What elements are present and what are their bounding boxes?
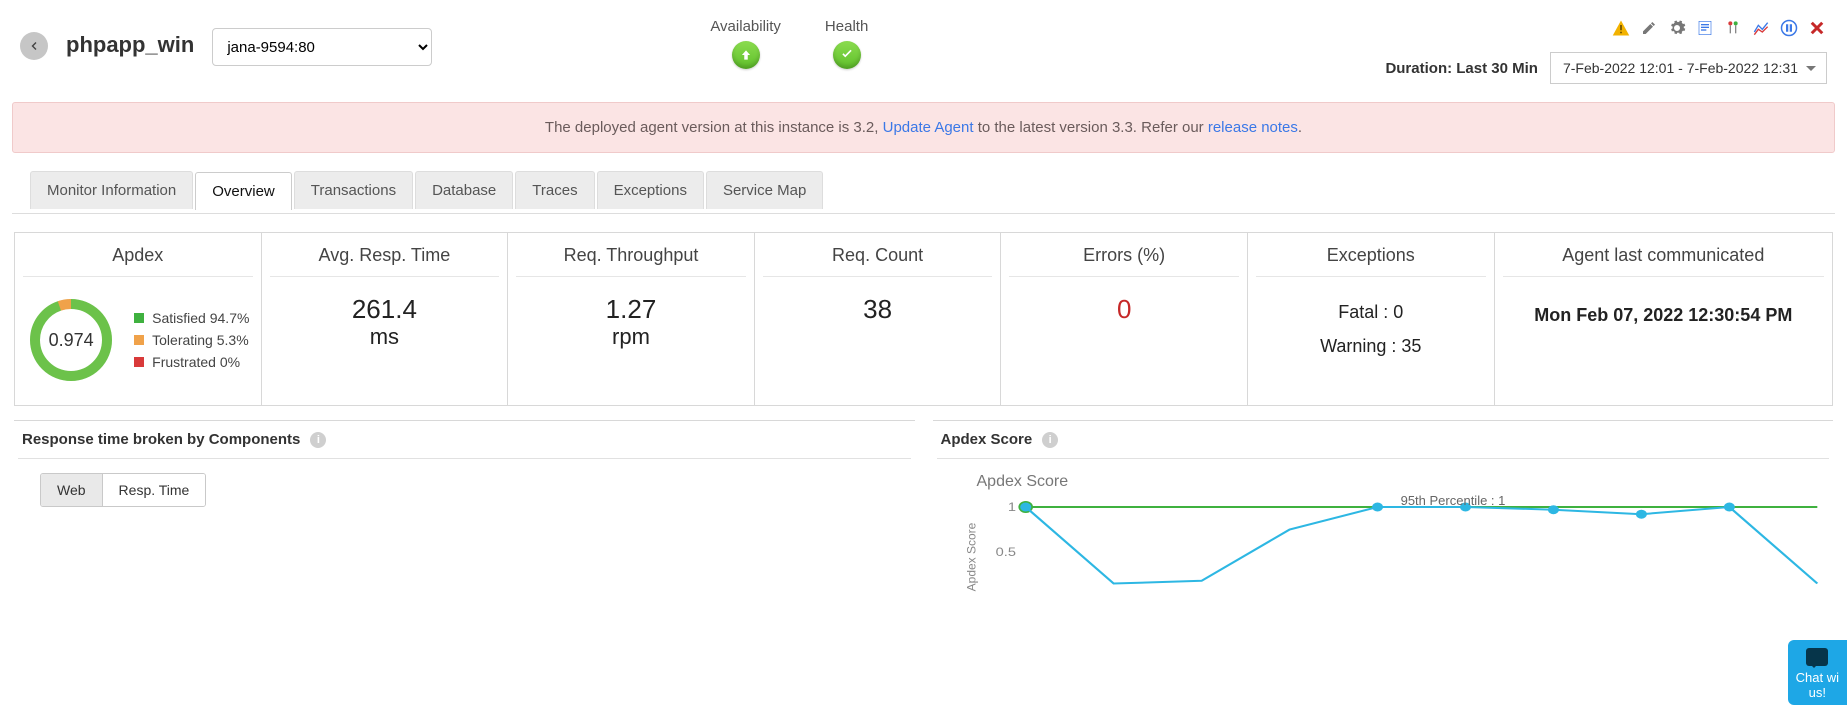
segment-resp-time[interactable]: Resp. Time [102, 474, 206, 506]
chat-bubble-icon [1806, 648, 1828, 666]
legend-swatch [134, 335, 144, 345]
date-range-value: 7-Feb-2022 12:01 - 7-Feb-2022 12:31 [1563, 60, 1798, 76]
warning-icon[interactable] [1611, 18, 1631, 38]
panel-response-time: Response time broken by Components i Web… [14, 420, 915, 627]
apdex-chart: Apdex Score 0.51 95th Percentile : 1 [937, 497, 1830, 617]
tab-traces[interactable]: Traces [515, 171, 594, 209]
legend-swatch [134, 313, 144, 323]
banner-text-mid: to the latest version 3.3. Refer our [974, 119, 1208, 136]
kpi-req-count-value: 38 [763, 295, 993, 324]
apdex-legend-item: Frustrated 0% [134, 354, 249, 370]
legend-swatch [134, 357, 144, 367]
apdex-score-value: 0.974 [26, 295, 116, 385]
kpi-apdex-title: Apdex [23, 245, 253, 277]
chat-line2: us! [1796, 685, 1839, 701]
status-block: Availability Health [710, 18, 868, 69]
panel-apdex-title: Apdex Score [941, 431, 1033, 448]
kpi-errors: Errors (%) 0 [1001, 233, 1248, 405]
legend-label: Frustrated 0% [152, 354, 240, 370]
kpi-row: Apdex 0.974 Satisfied 94.7% Tolerating 5.… [14, 232, 1833, 406]
apdex-legend: Satisfied 94.7% Tolerating 5.3% Frustrated… [134, 304, 249, 376]
banner-text-suffix: . [1298, 119, 1302, 136]
kpi-throughput-unit: rpm [516, 324, 746, 350]
svg-text:0.5: 0.5 [995, 545, 1015, 558]
kpi-errors-value: 0 [1009, 295, 1239, 324]
pause-icon[interactable] [1779, 18, 1799, 38]
tab-database[interactable]: Database [415, 171, 513, 209]
apdex-donut: 0.974 [26, 295, 116, 385]
panel-apdex-score: Apdex Score i Apdex Score Apdex Score 0.… [933, 420, 1834, 627]
kpi-exceptions: Exceptions Fatal : 0 Warning : 35 [1248, 233, 1495, 405]
kpi-throughput-title: Req. Throughput [516, 245, 746, 277]
kpi-avg-resp-title: Avg. Resp. Time [270, 245, 500, 277]
tab-exceptions[interactable]: Exceptions [597, 171, 704, 209]
kpi-apdex: Apdex 0.974 Satisfied 94.7% Tolerating 5.… [15, 233, 262, 405]
kpi-errors-title: Errors (%) [1009, 245, 1239, 277]
chart-y-label: Apdex Score [964, 523, 978, 592]
tab-overview[interactable]: Overview [195, 172, 292, 210]
kpi-avg-resp: Avg. Resp. Time 261.4 ms [262, 233, 509, 405]
chat-line1: Chat wi [1796, 670, 1839, 686]
availability-up-icon [732, 41, 760, 69]
date-range-picker[interactable]: 7-Feb-2022 12:01 - 7-Feb-2022 12:31 [1550, 52, 1827, 84]
tabs: Monitor InformationOverviewTransactionsD… [30, 171, 1817, 209]
chart-annotation: 95th Percentile : 1 [1401, 493, 1506, 508]
export-icon[interactable] [1695, 18, 1715, 38]
flag-icon[interactable] [1723, 18, 1743, 38]
kpi-agent-comm: Agent last communicated Mon Feb 07, 2022… [1495, 233, 1832, 405]
info-icon[interactable]: i [310, 432, 326, 448]
health-label: Health [825, 18, 868, 35]
duration-label: Duration: Last 30 Min [1385, 60, 1538, 77]
kpi-exceptions-fatal: Fatal : 0 [1256, 295, 1486, 329]
chat-widget[interactable]: Chat wi us! [1788, 640, 1847, 705]
toolbar-icons [1385, 18, 1827, 38]
app-title: phpapp_win [66, 32, 194, 58]
info-icon[interactable]: i [1042, 432, 1058, 448]
update-agent-link[interactable]: Update Agent [883, 119, 974, 136]
kpi-throughput: Req. Throughput 1.27 rpm [508, 233, 755, 405]
legend-label: Tolerating 5.3% [152, 332, 249, 348]
segment-control: WebResp. Time [40, 473, 206, 507]
panels: Response time broken by Components i Web… [14, 420, 1833, 627]
legend-label: Satisfied 94.7% [152, 310, 249, 326]
update-agent-banner: The deployed agent version at this insta… [12, 102, 1835, 153]
segment-web[interactable]: Web [41, 474, 102, 506]
kpi-exceptions-title: Exceptions [1256, 245, 1486, 277]
header-row: phpapp_win jana-9594:80 Availability Hea… [12, 0, 1835, 92]
kpi-exceptions-warning: Warning : 35 [1256, 329, 1486, 363]
apdex-legend-item: Tolerating 5.3% [134, 332, 249, 348]
edit-icon[interactable] [1639, 18, 1659, 38]
chart-icon[interactable] [1751, 18, 1771, 38]
tab-divider [12, 213, 1835, 214]
back-button[interactable] [20, 32, 48, 60]
kpi-avg-resp-value: 261.4 [270, 295, 500, 324]
kpi-agent-value: Mon Feb 07, 2022 12:30:54 PM [1503, 295, 1824, 326]
kpi-throughput-value: 1.27 [516, 295, 746, 324]
settings-icon[interactable] [1667, 18, 1687, 38]
kpi-avg-resp-unit: ms [270, 324, 500, 350]
kpi-req-count-title: Req. Count [763, 245, 993, 277]
delete-icon[interactable] [1807, 18, 1827, 38]
chart-title: Apdex Score [977, 473, 1830, 491]
kpi-agent-title: Agent last communicated [1503, 245, 1824, 277]
header-right: Duration: Last 30 Min 7-Feb-2022 12:01 -… [1385, 18, 1827, 84]
instance-select[interactable]: jana-9594:80 [212, 28, 432, 66]
tab-service-map[interactable]: Service Map [706, 171, 823, 209]
banner-text-prefix: The deployed agent version at this insta… [545, 119, 883, 136]
availability-label: Availability [710, 18, 781, 35]
panel-response-time-title: Response time broken by Components [22, 431, 300, 448]
svg-text:1: 1 [1007, 500, 1015, 513]
kpi-req-count: Req. Count 38 [755, 233, 1002, 405]
tab-transactions[interactable]: Transactions [294, 171, 413, 209]
health-ok-icon [833, 41, 861, 69]
release-notes-link[interactable]: release notes [1208, 119, 1298, 136]
apdex-legend-item: Satisfied 94.7% [134, 310, 249, 326]
tab-monitor-information[interactable]: Monitor Information [30, 171, 193, 209]
